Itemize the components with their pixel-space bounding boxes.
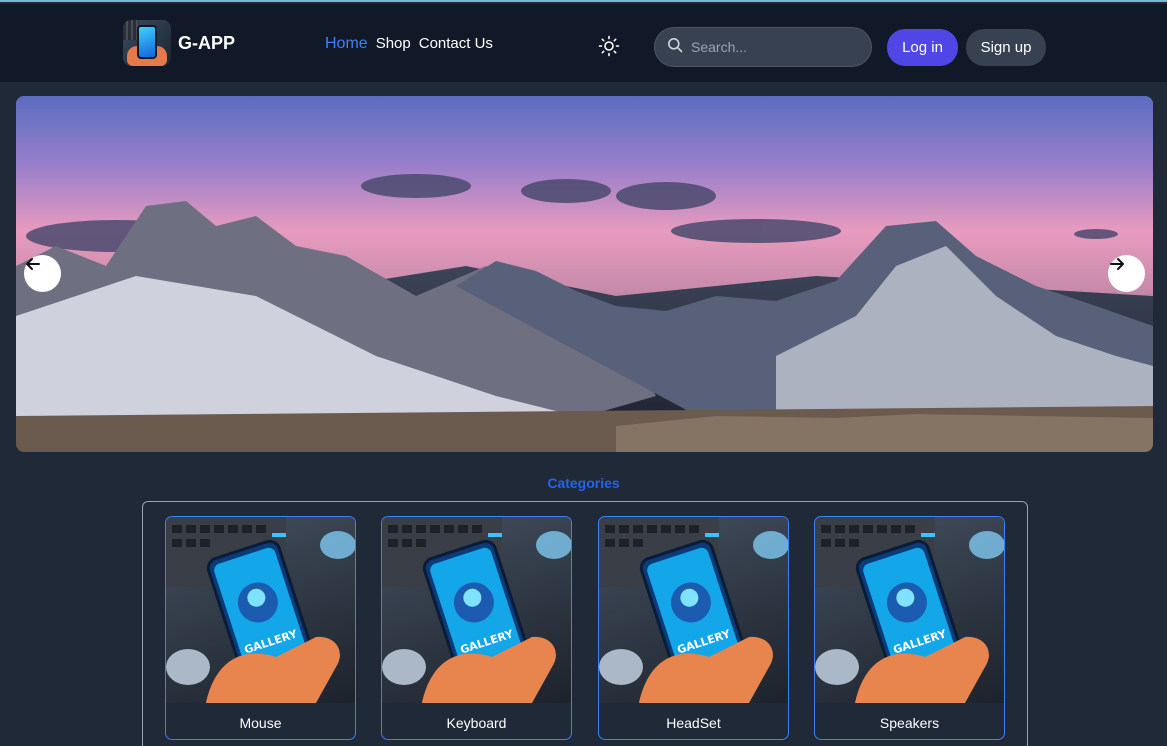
carousel-prev-button[interactable] bbox=[24, 255, 61, 292]
signup-button[interactable]: Sign up bbox=[966, 29, 1046, 66]
category-label: Speakers bbox=[879, 715, 940, 731]
category-label: Mouse bbox=[239, 715, 282, 731]
category-card-mouse[interactable]: GALLERY Mouse bbox=[165, 516, 356, 740]
search-icon bbox=[667, 37, 683, 58]
category-image: GALLERY bbox=[599, 517, 788, 703]
search-input[interactable] bbox=[691, 39, 851, 55]
brand-name: G-APP bbox=[178, 32, 236, 53]
hero-carousel bbox=[16, 96, 1153, 452]
search-box[interactable] bbox=[654, 27, 872, 67]
category-card-keyboard[interactable]: GALLERY Keyboard bbox=[381, 516, 572, 740]
navbar: G-APP Home Shop Contact Us Log in Sign u… bbox=[0, 4, 1167, 82]
login-button[interactable]: Log in bbox=[887, 29, 958, 66]
main-nav: Home Shop Contact Us bbox=[325, 35, 501, 53]
category-card-speakers[interactable]: GALLERY Speakers bbox=[814, 516, 1005, 740]
category-image: GALLERY bbox=[382, 517, 571, 703]
category-image: GALLERY bbox=[815, 517, 1004, 703]
hero-mountain-image bbox=[16, 96, 1153, 452]
nav-link-shop[interactable]: Shop bbox=[376, 35, 411, 53]
categories-title: Categories bbox=[547, 475, 620, 491]
nav-link-home[interactable]: Home bbox=[325, 35, 368, 53]
brand-logo[interactable]: G-APP bbox=[123, 20, 235, 66]
category-image: GALLERY bbox=[166, 517, 355, 703]
category-label: Keyboard bbox=[446, 715, 507, 731]
sun-icon[interactable] bbox=[598, 35, 620, 57]
carousel-next-button[interactable] bbox=[1108, 255, 1145, 292]
nav-link-contact[interactable]: Contact Us bbox=[419, 35, 493, 53]
category-card-headset[interactable]: GALLERY HeadSet bbox=[598, 516, 789, 740]
app-logo-image bbox=[123, 20, 171, 66]
category-label: HeadSet bbox=[666, 715, 721, 731]
